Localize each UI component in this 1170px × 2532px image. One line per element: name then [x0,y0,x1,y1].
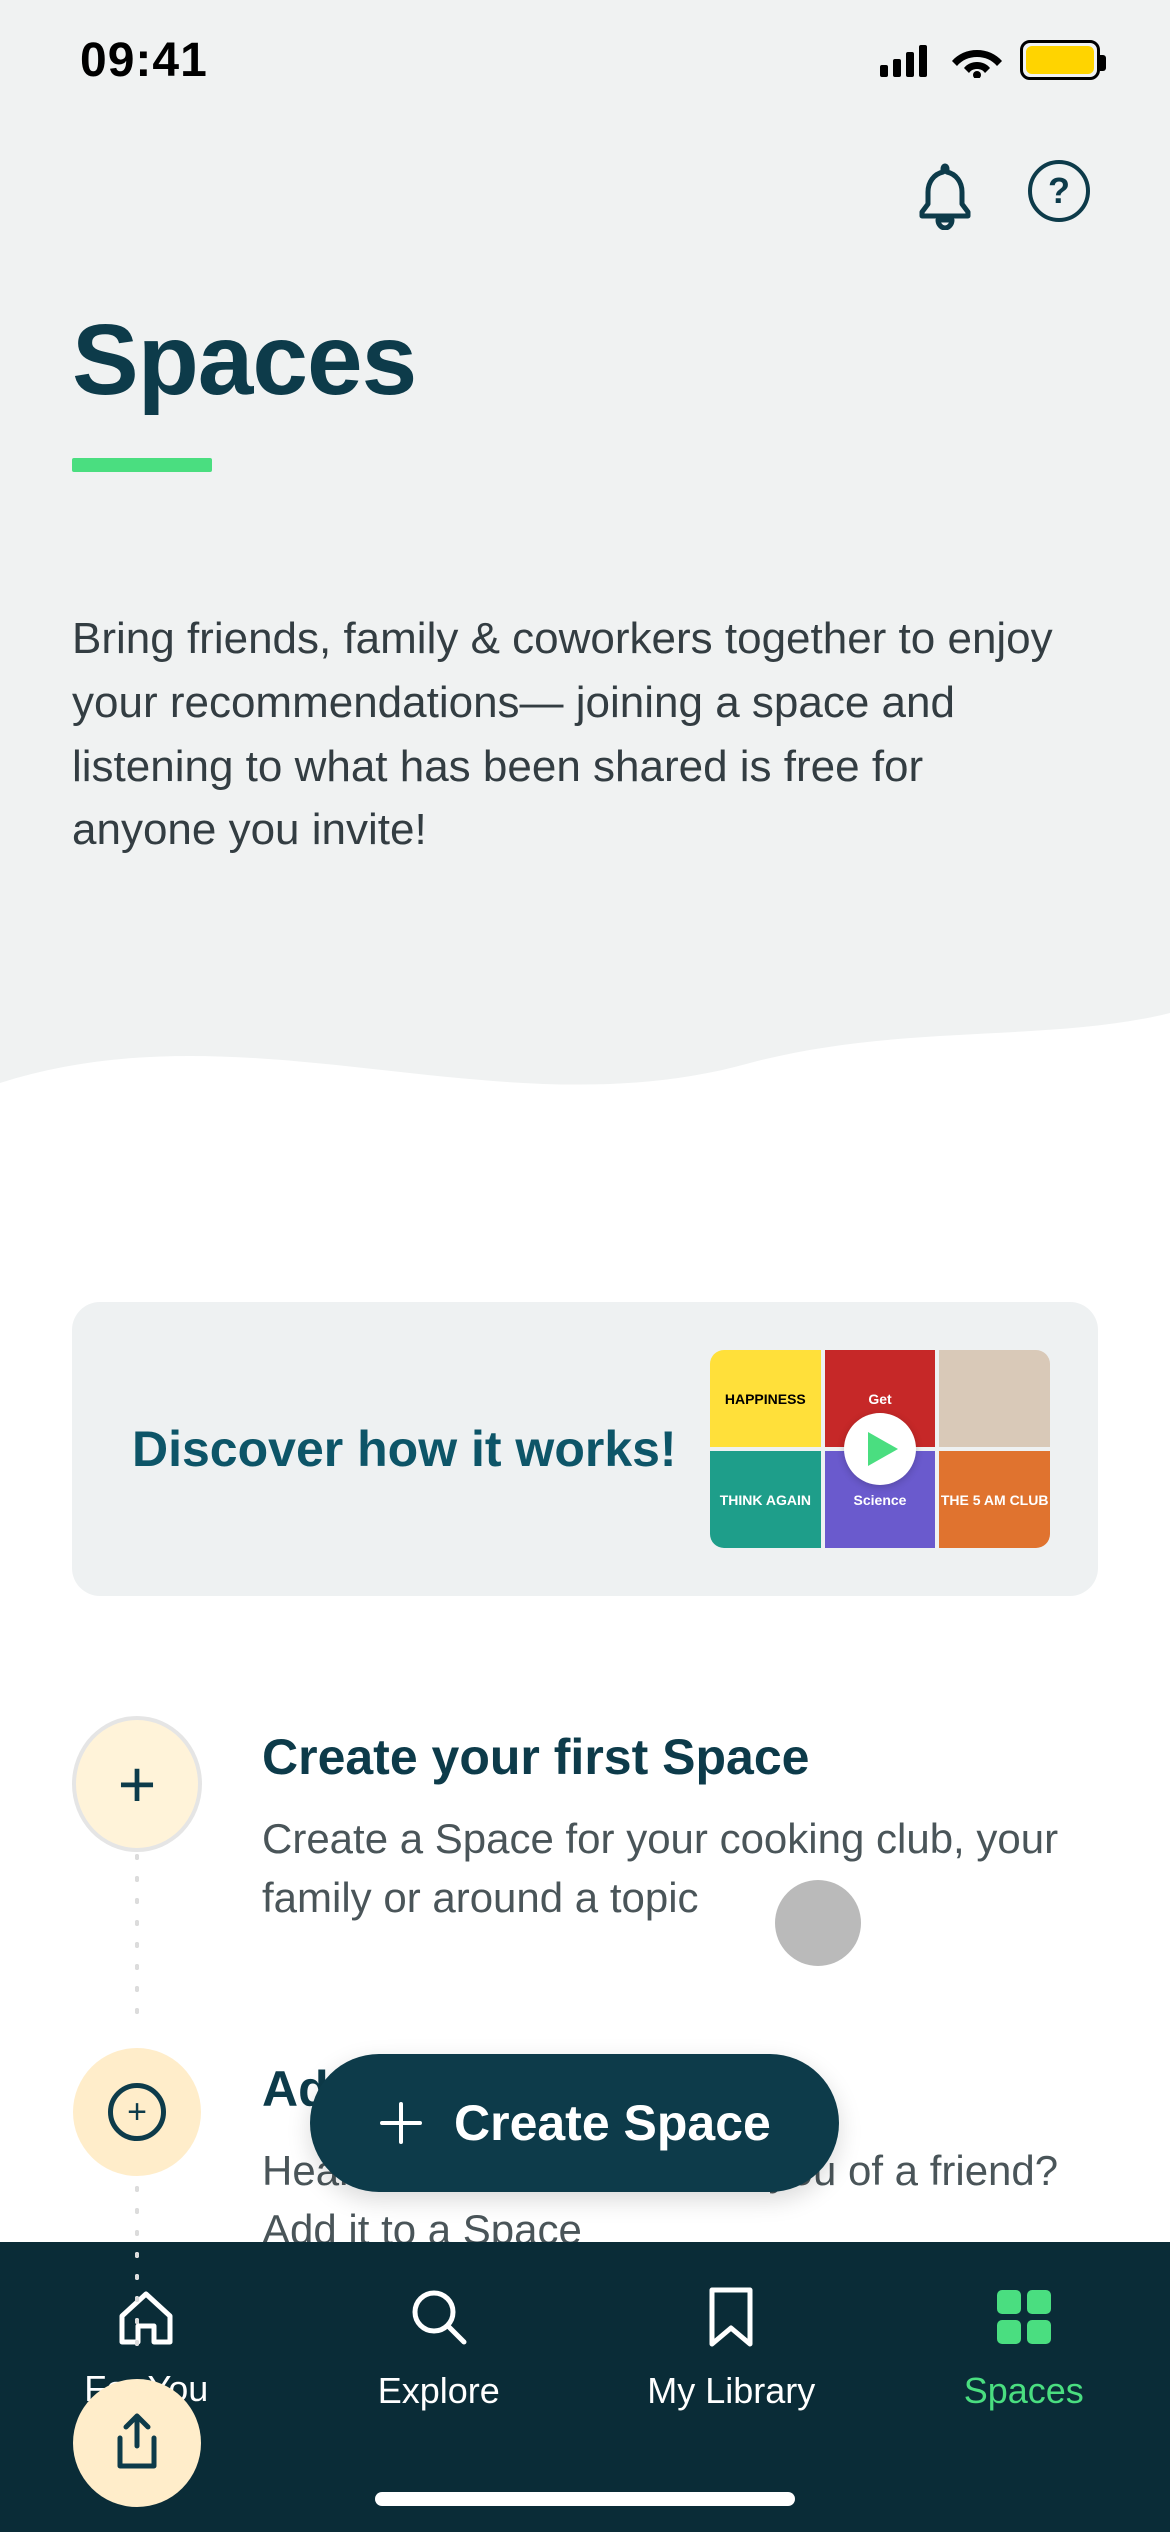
thumb-tile: THINK AGAIN [710,1451,821,1548]
plus-icon: + [118,1751,157,1817]
home-icon [114,2286,178,2346]
discover-card[interactable]: Discover how it works! HAPPINESS Get THI… [72,1302,1098,1596]
page-title: Spaces [72,303,1098,418]
search-icon [408,2286,470,2348]
tab-label: Explore [378,2370,500,2412]
status-icons [880,40,1100,80]
spaces-icon [993,2286,1055,2348]
step-icon-create: + [72,1716,202,1852]
wave-separator [0,983,1170,1123]
step-connector [135,2178,139,2358]
status-bar: 09:41 [0,0,1170,120]
title-underline [72,458,212,472]
step-title: Create your first Space [262,1728,1098,1786]
create-space-button[interactable]: Create Space [310,2054,839,2192]
thumb-tile: THE 5 AM CLUB [939,1451,1050,1548]
bookmark-icon [706,2286,756,2348]
question-icon: ? [1048,170,1070,212]
thumb-tile [939,1350,1050,1447]
step-icon-share [73,2379,201,2507]
plus-circle-icon: + [108,2083,166,2141]
tab-label: Spaces [964,2370,1084,2412]
wifi-icon [952,42,1002,78]
bell-icon [912,160,978,230]
step-desc: Create a Space for your cooking club, yo… [262,1810,1098,1928]
plus-icon [378,2100,424,2146]
discover-thumbnail: HAPPINESS Get THINK AGAIN Science THE 5 … [710,1350,1050,1548]
tab-explore[interactable]: Explore [293,2286,586,2412]
create-space-label: Create Space [454,2094,771,2152]
step-icon-add: + [73,2048,201,2176]
cellular-signal-icon [880,43,934,77]
discover-title: Discover how it works! [132,1420,677,1478]
touch-indicator [775,1880,861,1966]
notifications-button[interactable] [912,160,978,233]
share-icon [110,2412,164,2474]
play-button[interactable] [844,1413,916,1485]
tab-spaces[interactable]: Spaces [878,2286,1170,2412]
help-button[interactable]: ? [1028,160,1090,222]
header-section: ? Spaces Bring friends, family & coworke… [0,120,1170,1122]
status-time: 09:41 [80,33,208,88]
thumb-tile: HAPPINESS [710,1350,821,1447]
tab-my-library[interactable]: My Library [585,2286,878,2412]
page-description: Bring friends, family & coworkers togeth… [72,607,1062,862]
step-connector [135,1846,139,2026]
step-item: + Create your first Space Create a Space… [72,1716,1098,1928]
play-icon [868,1432,898,1466]
tab-label: My Library [647,2370,815,2412]
battery-icon [1020,40,1100,80]
home-indicator[interactable] [375,2492,795,2506]
